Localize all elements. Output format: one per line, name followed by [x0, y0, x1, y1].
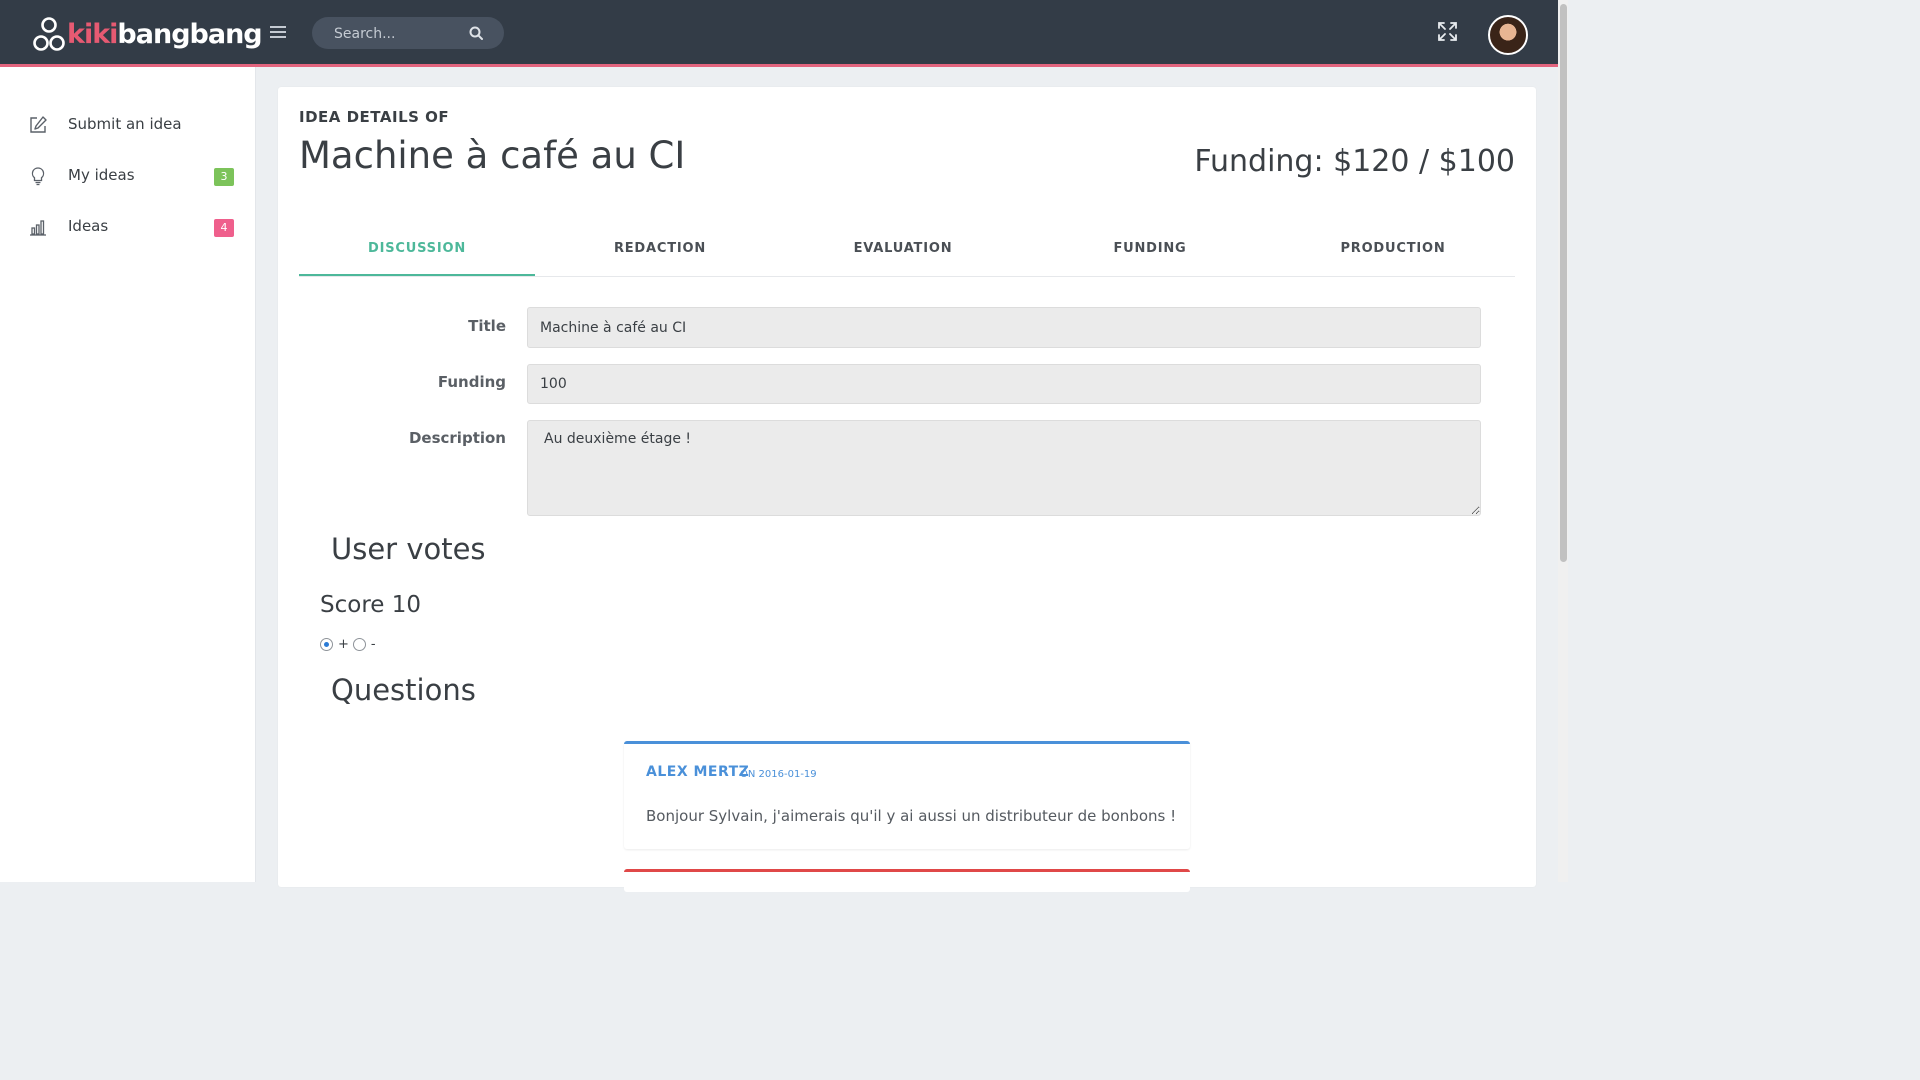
sidebar-item-label: Submit an idea: [68, 115, 182, 133]
sidebar-item-ideas[interactable]: Ideas 4: [0, 207, 255, 247]
question-comment: ALEX MERTZ ON 2016-01-19 Bonjour Sylvain…: [624, 741, 1190, 849]
tab-evaluation[interactable]: EVALUATION: [785, 226, 1021, 274]
user-avatar[interactable]: [1488, 15, 1528, 55]
edit-icon: [30, 116, 47, 133]
top-navbar: kikibangbang: [0, 0, 1558, 67]
title-field[interactable]: [527, 307, 1481, 348]
comment-date: ON 2016-01-19: [740, 769, 817, 780]
sidebar-item-label: Ideas: [68, 217, 109, 235]
search-box: [312, 17, 504, 51]
sidebar-item-label: My ideas: [68, 166, 135, 184]
questions-heading: Questions: [331, 673, 476, 707]
lightbulb-icon: [31, 167, 45, 186]
description-label: Description: [408, 429, 506, 447]
stage-tabs: DISCUSSION REDACTION EVALUATION FUNDING …: [299, 226, 1515, 277]
page-eyebrow: IDEA DETAILS OF: [299, 108, 450, 126]
sidebar-item-my-ideas[interactable]: My ideas 3: [0, 156, 255, 196]
sidebar: Submit an idea My ideas 3 Ideas 4: [0, 67, 256, 882]
tab-production[interactable]: PRODUCTION: [1275, 226, 1511, 274]
sidebar-item-submit-idea[interactable]: Submit an idea: [0, 105, 255, 145]
menu-toggle-icon[interactable]: [270, 26, 286, 40]
brand-logo[interactable]: kikibangbang: [32, 14, 263, 54]
search-input[interactable]: [332, 17, 476, 51]
vote-plus-label: +: [338, 637, 349, 652]
vote-plus-radio[interactable]: [320, 638, 333, 651]
scrollbar-thumb[interactable]: [1560, 4, 1567, 562]
brand-name: kikibangbang: [67, 18, 263, 50]
comment-body: Bonjour Sylvain, j'aimerais qu'il y ai a…: [646, 807, 1177, 825]
vote-minus-radio[interactable]: [352, 638, 366, 651]
description-field[interactable]: Au deuxième étage !: [527, 420, 1481, 516]
vote-minus-label: -: [370, 637, 376, 652]
tab-discussion[interactable]: DISCUSSION: [299, 226, 535, 276]
funding-field[interactable]: [527, 364, 1481, 404]
score-value: Score 10: [320, 592, 421, 618]
search-icon[interactable]: [469, 26, 483, 40]
question-comment: [624, 869, 1190, 892]
page-title: Machine à café au CI: [299, 134, 686, 177]
count-badge: 3: [214, 168, 234, 186]
tab-funding[interactable]: FUNDING: [1032, 226, 1268, 274]
fullscreen-icon[interactable]: [1437, 21, 1458, 42]
title-label: Title: [468, 317, 506, 335]
tab-redaction[interactable]: REDACTION: [542, 226, 778, 274]
logo-icon: [33, 17, 65, 51]
funding-summary: Funding: $120 / $100: [1194, 144, 1515, 179]
comment-author[interactable]: ALEX MERTZ: [646, 764, 749, 780]
user-votes-heading: User votes: [331, 532, 486, 566]
vote-radio-group: + -: [320, 637, 376, 652]
bar-chart-icon: [30, 220, 46, 236]
funding-label: Funding: [437, 373, 506, 391]
count-badge: 4: [214, 219, 234, 237]
